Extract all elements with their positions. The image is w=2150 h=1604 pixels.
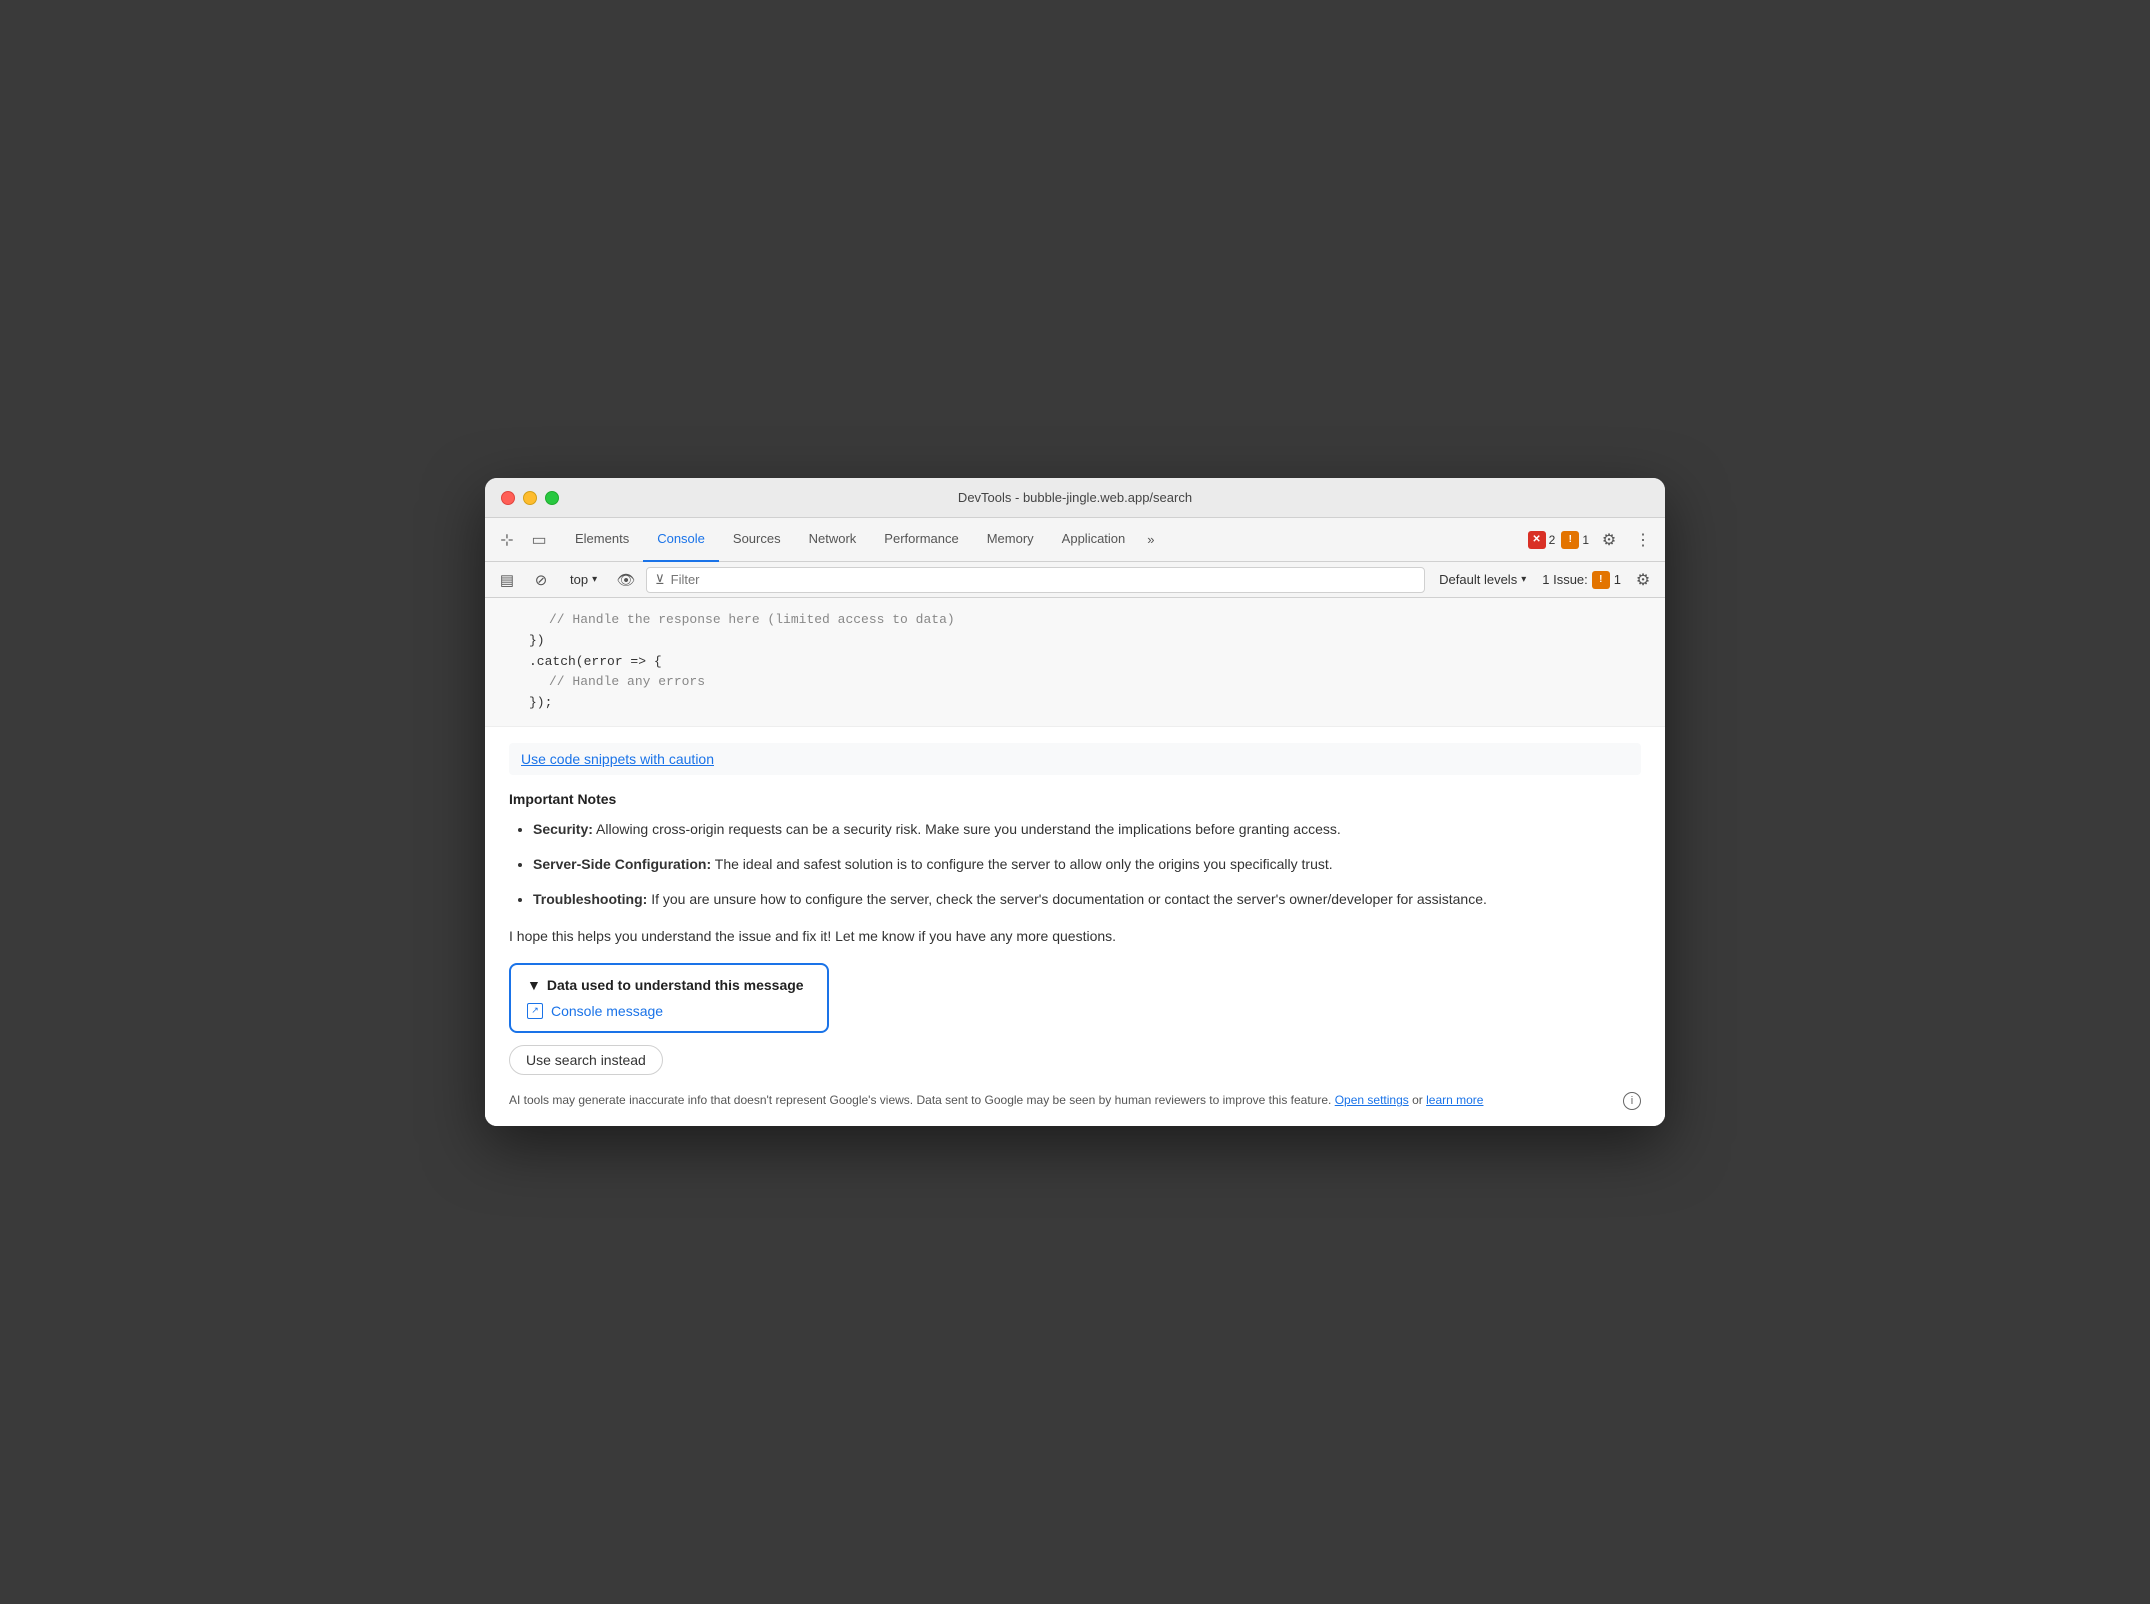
code-line-4: // Handle any errors xyxy=(509,672,1641,693)
filter-input-wrap: ⊻ xyxy=(646,567,1425,593)
tab-bar-icons: ⊹ ▭ xyxy=(493,526,553,554)
external-link-icon: ↗ xyxy=(527,1003,543,1019)
triangle-down-icon: ▼ xyxy=(527,977,541,993)
window-title: DevTools - bubble-jingle.web.app/search xyxy=(958,490,1192,505)
closing-text: I hope this helps you understand the iss… xyxy=(509,926,1641,947)
device-toolbar-icon[interactable]: ▭ xyxy=(525,526,553,554)
filter-icon: ⊻ xyxy=(655,572,665,588)
note-term-server: Server-Side Configuration: xyxy=(533,856,711,872)
error-icon: ✕ xyxy=(1528,531,1546,549)
more-tabs-button[interactable]: » xyxy=(1139,518,1162,562)
close-button[interactable] xyxy=(501,491,515,505)
console-settings-icon[interactable]: ⚙ xyxy=(1629,566,1657,594)
code-line-5: }); xyxy=(509,693,1641,714)
tab-network[interactable]: Network xyxy=(795,518,871,562)
ai-response: Use code snippets with caution Important… xyxy=(485,727,1665,1126)
use-search-section: Use search instead xyxy=(509,1045,1641,1091)
error-count: ✕ 2 xyxy=(1528,531,1556,549)
settings-icon[interactable]: ⚙ xyxy=(1595,526,1623,554)
list-item: Server-Side Configuration: The ideal and… xyxy=(533,854,1641,875)
learn-more-link[interactable]: learn more xyxy=(1426,1093,1483,1107)
list-item: Security: Allowing cross-origin requests… xyxy=(533,819,1641,840)
clear-console-icon[interactable]: ⊘ xyxy=(527,566,555,594)
open-settings-link[interactable]: Open settings xyxy=(1335,1093,1409,1107)
footer-disclaimer: AI tools may generate inaccurate info th… xyxy=(509,1091,1641,1110)
note-term-troubleshoot: Troubleshooting: xyxy=(533,891,647,907)
warning-icon: ! xyxy=(1561,531,1579,549)
list-item: Troubleshooting: If you are unsure how t… xyxy=(533,889,1641,910)
tab-bar: ⊹ ▭ Elements Console Sources Network Per… xyxy=(485,518,1665,562)
inspect-element-icon[interactable]: ⊹ xyxy=(493,526,521,554)
important-notes-heading: Important Notes xyxy=(509,791,1641,807)
title-bar: DevTools - bubble-jingle.web.app/search xyxy=(485,478,1665,518)
sidebar-toggle-icon[interactable]: ▤ xyxy=(493,566,521,594)
traffic-lights xyxy=(501,491,559,505)
note-term-security: Security: xyxy=(533,821,593,837)
maximize-button[interactable] xyxy=(545,491,559,505)
note-text-server: The ideal and safest solution is to conf… xyxy=(715,856,1333,872)
use-search-button[interactable]: Use search instead xyxy=(509,1045,663,1075)
notes-list: Security: Allowing cross-origin requests… xyxy=(509,819,1641,910)
chevron-down-icon: ▾ xyxy=(592,574,597,585)
filter-input[interactable] xyxy=(671,572,1417,587)
code-line-2: }) xyxy=(509,631,1641,652)
data-used-box: ▼ Data used to understand this message ↗… xyxy=(509,963,829,1033)
data-used-header[interactable]: ▼ Data used to understand this message xyxy=(527,977,811,993)
info-icon[interactable]: i xyxy=(1623,1092,1641,1110)
important-notes: Important Notes Security: Allowing cross… xyxy=(509,791,1641,910)
toolbar-right: Default levels ▾ 1 Issue: ! 1 ⚙ xyxy=(1431,566,1657,594)
console-message-link[interactable]: ↗ Console message xyxy=(527,1003,811,1019)
tab-performance[interactable]: Performance xyxy=(870,518,972,562)
code-line-3: .catch(error => { xyxy=(509,652,1641,673)
caution-section: Use code snippets with caution xyxy=(509,743,1641,791)
code-line-1: // Handle the response here (limited acc… xyxy=(509,610,1641,631)
devtools-window: DevTools - bubble-jingle.web.app/search … xyxy=(485,478,1665,1126)
tabs: Elements Console Sources Network Perform… xyxy=(561,518,1528,562)
code-block: // Handle the response here (limited acc… xyxy=(485,598,1665,727)
tab-elements[interactable]: Elements xyxy=(561,518,643,562)
minimize-button[interactable] xyxy=(523,491,537,505)
footer-text: AI tools may generate inaccurate info th… xyxy=(509,1091,1615,1109)
console-content: // Handle the response here (limited acc… xyxy=(485,598,1665,1126)
live-expressions-icon[interactable]: 👁 xyxy=(612,566,640,594)
console-toolbar: ▤ ⊘ top ▾ 👁 ⊻ Default levels ▾ 1 Issue: … xyxy=(485,562,1665,598)
tab-application[interactable]: Application xyxy=(1048,518,1140,562)
caution-link[interactable]: Use code snippets with caution xyxy=(509,743,1641,775)
context-dropdown[interactable]: top ▾ xyxy=(561,569,606,590)
chevron-down-icon: ▾ xyxy=(1521,574,1526,585)
default-levels-dropdown[interactable]: Default levels ▾ xyxy=(1431,570,1534,589)
tab-bar-right: ✕ 2 ! 1 ⚙ ⋮ xyxy=(1528,526,1657,554)
tab-sources[interactable]: Sources xyxy=(719,518,795,562)
issue-warning-icon: ! xyxy=(1592,571,1610,589)
note-text-troubleshoot: If you are unsure how to configure the s… xyxy=(651,891,1487,907)
note-text-security: Allowing cross-origin requests can be a … xyxy=(596,821,1341,837)
more-options-icon[interactable]: ⋮ xyxy=(1629,526,1657,554)
tab-memory[interactable]: Memory xyxy=(973,518,1048,562)
warning-count: ! 1 xyxy=(1561,531,1589,549)
tab-console[interactable]: Console xyxy=(643,518,719,562)
issue-badge: 1 Issue: ! 1 xyxy=(1542,571,1621,589)
